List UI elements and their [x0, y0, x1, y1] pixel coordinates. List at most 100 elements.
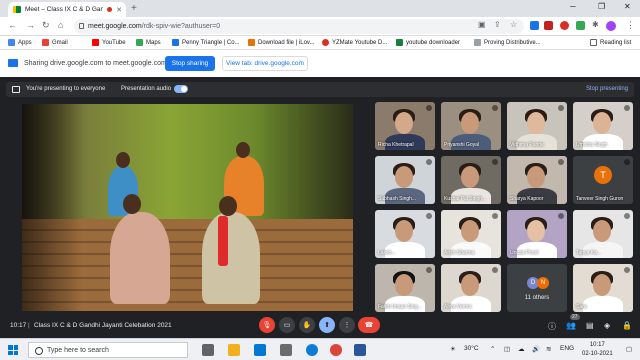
participant-tile[interactable]: Laksh... — [375, 210, 435, 258]
participant-tile[interactable]: Sharya Kapoor — [507, 156, 567, 204]
tab-close-icon[interactable]: ✕ — [116, 6, 126, 14]
bookmark-youtube[interactable]: YouTube — [92, 39, 126, 46]
extension-icon[interactable] — [544, 21, 553, 30]
gmail-icon — [42, 39, 49, 46]
bookmark-gmail[interactable]: Gmail — [42, 39, 68, 46]
task-view-icon[interactable] — [202, 344, 214, 356]
participant-tile[interactable]: Tanya Ka... — [573, 210, 633, 258]
bookmark-penny[interactable]: Penny Triangle | Co... — [172, 39, 240, 46]
forward-icon[interactable]: → — [26, 20, 35, 30]
maximize-icon[interactable]: ❐ — [598, 2, 605, 11]
mic-muted-icon — [558, 159, 564, 165]
back-icon[interactable]: ← — [8, 20, 17, 30]
presented-video — [22, 104, 353, 311]
host-controls-icon[interactable]: 🔒 — [622, 321, 632, 330]
taskbar-clock[interactable]: 10:17 02-10-2021 — [582, 341, 613, 359]
performer-head — [116, 152, 130, 168]
url-path: /rdk-spiv-wie?authuser=0 — [141, 23, 221, 30]
view-tab-button[interactable]: View tab: drive.google.com — [222, 56, 308, 71]
onedrive-icon[interactable]: ☁ — [518, 345, 525, 353]
more-options-button[interactable]: ⋮ — [339, 317, 355, 333]
stop-presenting-button[interactable]: Stop presenting — [586, 86, 628, 92]
others-avatar: N — [537, 277, 549, 289]
star-icon[interactable]: ☆ — [510, 20, 517, 29]
bookmark-yzmate[interactable]: YZMate Youtube D... — [322, 39, 387, 46]
bookmark-download[interactable]: Download file | iLov... — [248, 39, 314, 46]
puzzle-icon[interactable]: ✱ — [592, 20, 599, 29]
participant-tile[interactable]: Richa Khetrapal — [375, 102, 435, 150]
participant-tile[interactable]: Priyanshi Goyal — [441, 102, 501, 150]
profile-avatar[interactable] — [606, 21, 616, 31]
participant-tile[interactable]: Sara — [573, 264, 633, 312]
file-explorer-icon[interactable] — [228, 344, 240, 356]
stop-sharing-button[interactable]: Stop sharing — [165, 56, 215, 71]
mail-icon[interactable] — [254, 344, 266, 356]
bookmarks-bar: Apps Gmail YouTube Maps Penny Triangle |… — [0, 36, 640, 50]
screen-share-icon — [8, 59, 18, 67]
presentation-audio-toggle[interactable] — [174, 85, 188, 93]
meet-favicon-icon — [13, 6, 21, 13]
bookmark-proving[interactable]: Proving Distributive... — [474, 39, 541, 46]
participant-tile[interactable]: Vidhima Pande — [507, 102, 567, 150]
participant-tile[interactable]: Fateh Imaan Sing... — [375, 264, 435, 312]
meeting-title: Class IX C & D Gandhi Jayanti Celebation… — [34, 322, 172, 329]
bookmark-maps[interactable]: Maps — [136, 39, 161, 46]
weather-icon[interactable]: ☀ — [450, 345, 456, 353]
address-toolbar: ← → ↻ ⌂ meet.google.com /rdk-spiv-wie?au… — [0, 17, 640, 36]
wifi-icon[interactable]: ≋ — [546, 345, 551, 353]
raise-hand-button[interactable]: ✋ — [299, 317, 315, 333]
participant-tile[interactable]: Kushal Pal Singh... — [441, 156, 501, 204]
chrome-icon[interactable] — [330, 344, 342, 356]
participant-tile[interactable]: T Tanveer Singh Guron — [573, 156, 633, 204]
home-icon[interactable]: ⌂ — [58, 20, 63, 30]
extension-icon[interactable] — [560, 21, 569, 30]
window-close-icon[interactable]: ✕ — [624, 2, 631, 11]
participant-tile[interactable]: Umisha Singh — [573, 102, 633, 150]
camera-toggle-button[interactable]: ▭ — [279, 317, 295, 333]
participant-tile[interactable]: Ansh Sharma — [441, 210, 501, 258]
network-icon[interactable]: ◫ — [504, 345, 510, 353]
windows-start-icon[interactable] — [8, 345, 18, 355]
presentation-audio-label: Presentation audio — [121, 86, 172, 92]
people-icon[interactable]: 👥 — [566, 321, 576, 330]
word-icon[interactable] — [354, 344, 366, 356]
browser-tab-meet[interactable]: Meet – Class IX C & D Gandhi ✕ — [8, 2, 126, 17]
bookmark-apps[interactable]: Apps — [8, 39, 32, 46]
maps-icon — [136, 39, 143, 46]
camera-indicator-icon[interactable]: ▣ — [478, 20, 486, 29]
url-field[interactable]: meet.google.com /rdk-spiv-wie?authuser=0 — [74, 19, 524, 34]
participant-tile[interactable]: Ursula Pirzel — [507, 210, 567, 258]
reading-list[interactable]: Reading list — [590, 39, 631, 46]
new-tab-icon[interactable]: + — [131, 3, 137, 14]
tray-chevron-icon[interactable]: ⌃ — [490, 345, 495, 353]
extension-icon[interactable] — [576, 21, 585, 30]
volume-icon[interactable]: 🔊 — [532, 345, 540, 353]
minimize-icon[interactable]: ─ — [570, 2, 576, 11]
meeting-separator: | — [28, 322, 30, 329]
people-count-badge: 27 — [570, 314, 580, 320]
extension-icon[interactable] — [530, 21, 539, 30]
others-tile[interactable]: D N 11 others — [507, 264, 567, 312]
participant-tile[interactable]: Subhash Singh... — [375, 156, 435, 204]
taskbar-search[interactable]: Type here to search — [28, 342, 188, 358]
activities-icon[interactable]: ◈ — [604, 321, 610, 330]
mic-toggle-button[interactable]: 🎙 — [259, 317, 275, 333]
chat-icon[interactable]: ▤ — [586, 321, 594, 330]
notifications-icon[interactable]: ▢ — [626, 345, 632, 353]
leave-call-button[interactable]: ☎ — [358, 317, 380, 333]
meeting-info-icon[interactable]: ⓘ — [548, 321, 556, 332]
present-button[interactable]: ⬆ — [319, 317, 335, 333]
weather-temp[interactable]: 30°C — [464, 345, 479, 352]
bookmark-ytdl[interactable]: youtube downloader — [396, 39, 460, 46]
app-icon[interactable] — [280, 344, 292, 356]
menu-dots-icon[interactable]: ⋮ — [626, 20, 635, 31]
reload-icon[interactable]: ↻ — [42, 20, 50, 31]
tab-title: Meet – Class IX C & D Gandhi — [25, 6, 104, 13]
stage-shadow — [22, 104, 82, 311]
share-icon[interactable]: ⇪ — [494, 20, 501, 29]
participant-tile[interactable]: Ahva Verma — [441, 264, 501, 312]
language-indicator[interactable]: ENG — [560, 345, 574, 352]
edge-icon[interactable] — [306, 344, 318, 356]
apps-grid-icon — [8, 39, 15, 46]
mic-muted-icon — [426, 159, 432, 165]
